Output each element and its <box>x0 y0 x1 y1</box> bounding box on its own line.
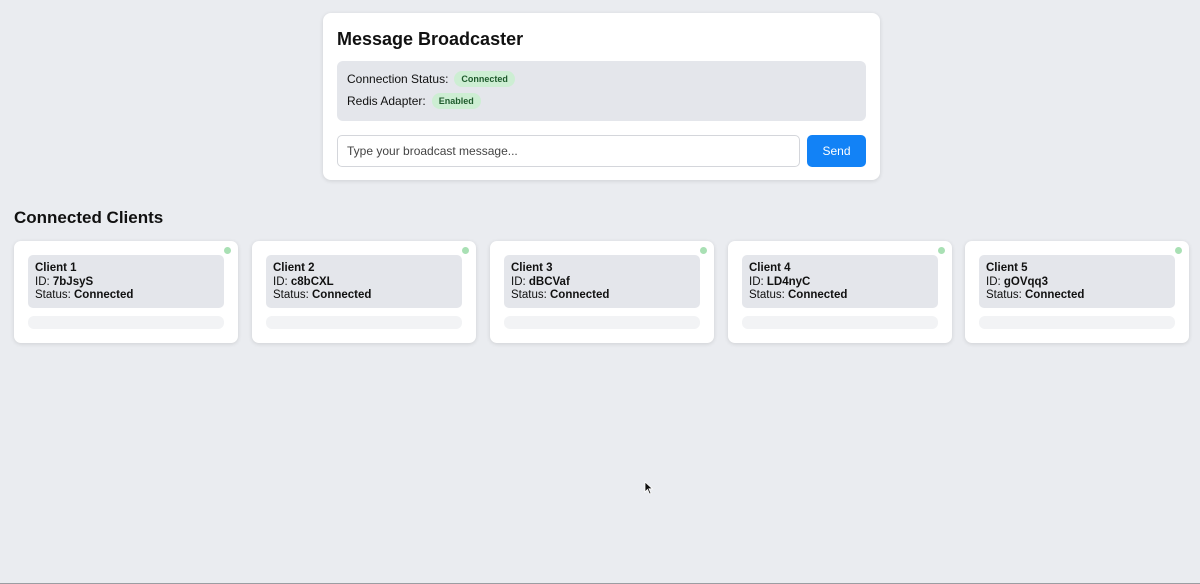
client-id: c8bCXL <box>290 275 334 288</box>
client-info: Client 3 ID: dBCVaf Status: Connected <box>504 255 700 308</box>
online-status-dot-icon <box>1175 247 1182 254</box>
broadcast-message-input[interactable] <box>337 135 800 167</box>
client-id-line: ID: gOVqq3 <box>986 276 1168 290</box>
client-name: Client 5 <box>986 262 1028 274</box>
client-status-label: Status: <box>35 289 74 301</box>
client-id-label: ID: <box>511 275 529 288</box>
client-status-line: Status: Connected <box>35 289 217 303</box>
connection-status-row: Connection Status: Connected <box>347 71 856 87</box>
client-id: gOVqq3 <box>1003 275 1048 288</box>
client-id: 7bJsyS <box>52 275 94 288</box>
client-id: dBCVaf <box>528 275 570 288</box>
client-id-label: ID: <box>986 275 1004 288</box>
send-button[interactable]: Send <box>807 135 866 167</box>
client-status-label: Status: <box>273 289 312 301</box>
client-id-line: ID: dBCVaf <box>511 276 693 290</box>
connection-status-badge: Connected <box>454 71 515 87</box>
client-status-label: Status: <box>986 289 1025 301</box>
client-id-label: ID: <box>273 275 291 288</box>
client-name: Client 3 <box>511 262 553 274</box>
online-status-dot-icon <box>700 247 707 254</box>
client-name: Client 1 <box>35 262 77 274</box>
client-status: Connected <box>74 289 134 301</box>
connected-clients-title: Connected Clients <box>14 208 164 227</box>
client-card: Client 1 ID: 7bJsyS Status: Connected <box>14 241 238 343</box>
client-name: Client 4 <box>749 262 791 274</box>
online-status-dot-icon <box>224 247 231 254</box>
client-status-line: Status: Connected <box>749 289 931 303</box>
client-info: Client 1 ID: 7bJsyS Status: Connected <box>28 255 224 308</box>
client-id: LD4nyC <box>766 275 811 288</box>
client-status-line: Status: Connected <box>273 289 455 303</box>
broadcaster-panel: Message Broadcaster Connection Status: C… <box>323 13 880 180</box>
redis-adapter-badge: Enabled <box>431 93 481 109</box>
client-messages-area <box>742 316 938 329</box>
client-status: Connected <box>1025 289 1085 301</box>
client-messages-area <box>504 316 700 329</box>
send-row: Send <box>337 135 866 167</box>
client-status-label: Status: <box>749 289 788 301</box>
client-status-label: Status: <box>511 289 550 301</box>
client-card: Client 2 ID: c8bCXL Status: Connected <box>252 241 476 343</box>
client-card: Client 5 ID: gOVqq3 Status: Connected <box>965 241 1189 343</box>
client-id-line: ID: 7bJsyS <box>35 276 217 290</box>
client-info: Client 2 ID: c8bCXL Status: Connected <box>266 255 462 308</box>
online-status-dot-icon <box>938 247 945 254</box>
client-card: Client 4 ID: LD4nyC Status: Connected <box>728 241 952 343</box>
broadcaster-title: Message Broadcaster <box>337 29 524 49</box>
client-status: Connected <box>550 289 610 301</box>
client-card: Client 3 ID: dBCVaf Status: Connected <box>490 241 714 343</box>
client-messages-area <box>266 316 462 329</box>
client-id-line: ID: c8bCXL <box>273 276 455 290</box>
client-status: Connected <box>312 289 372 301</box>
redis-adapter-row: Redis Adapter: Enabled <box>347 93 856 109</box>
mouse-cursor-icon <box>644 481 654 495</box>
client-messages-area <box>979 316 1175 329</box>
client-id-line: ID: LD4nyC <box>749 276 931 290</box>
redis-adapter-label: Redis Adapter: <box>347 94 426 108</box>
client-info: Client 5 ID: gOVqq3 Status: Connected <box>979 255 1175 308</box>
online-status-dot-icon <box>462 247 469 254</box>
client-messages-area <box>28 316 224 329</box>
client-status-line: Status: Connected <box>986 289 1168 303</box>
client-id-label: ID: <box>35 275 53 288</box>
client-id-label: ID: <box>749 275 767 288</box>
status-box: Connection Status: Connected Redis Adapt… <box>337 61 866 121</box>
connection-status-label: Connection Status: <box>347 72 449 86</box>
client-name: Client 2 <box>273 262 315 274</box>
client-status: Connected <box>788 289 848 301</box>
client-info: Client 4 ID: LD4nyC Status: Connected <box>742 255 938 308</box>
client-status-line: Status: Connected <box>511 289 693 303</box>
